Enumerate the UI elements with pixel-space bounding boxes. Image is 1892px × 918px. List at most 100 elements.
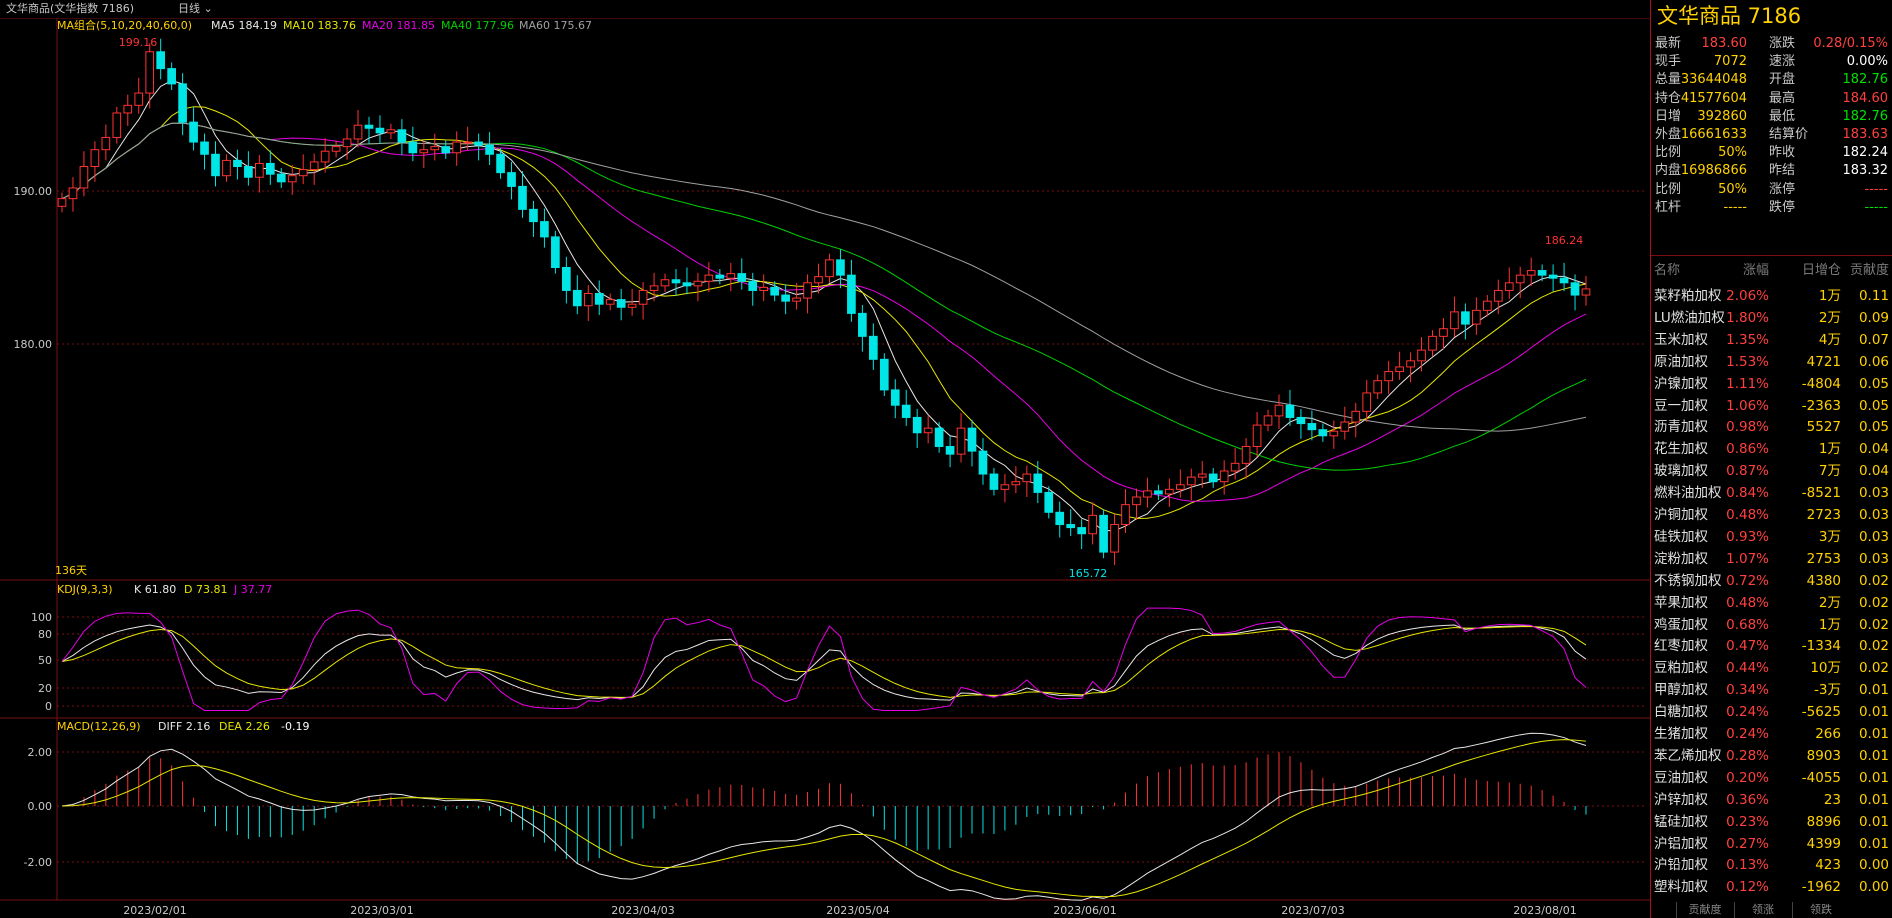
kdj-y-tick: 0 bbox=[45, 700, 52, 713]
candle-body bbox=[1472, 309, 1481, 325]
contribution: 0.04 bbox=[1858, 463, 1889, 480]
table-row[interactable]: 沪铜加权 0.48% 2723 0.03 bbox=[1651, 504, 1892, 526]
table-row[interactable]: 苹果加权 0.48% 2万 0.02 bbox=[1651, 592, 1892, 614]
header-change[interactable]: 涨幅 bbox=[1743, 260, 1769, 282]
table-row[interactable]: 燃料油加权 0.84% -8521 0.03 bbox=[1651, 482, 1892, 504]
candle-body bbox=[233, 159, 242, 168]
table-row[interactable]: 生猪加权 0.24% 266 0.01 bbox=[1651, 723, 1892, 745]
tab-top-losers[interactable]: 领跌 bbox=[1792, 902, 1849, 918]
contribution: 0.01 bbox=[1858, 726, 1889, 742]
table-row[interactable]: LU燃油加权 1.80% 2万 0.09 bbox=[1651, 307, 1892, 329]
table-row[interactable]: 豆油加权 0.20% -4055 0.01 bbox=[1651, 767, 1892, 789]
change-pct: 0.48% bbox=[1726, 594, 1769, 611]
recent-high-label: 186.24 bbox=[1545, 234, 1584, 247]
candle-body bbox=[1044, 491, 1054, 513]
change-pct: 1.07% bbox=[1726, 550, 1769, 567]
table-row[interactable]: 豆一加权 1.06% -2363 0.05 bbox=[1651, 395, 1892, 417]
contract-name: 苯乙烯加权 bbox=[1654, 747, 1722, 764]
change-pct: 1.35% bbox=[1726, 331, 1769, 348]
chart-area[interactable]: MA组合(5,10,20,40,60,0) MA5 184.19 MA10 183.… bbox=[0, 0, 1650, 918]
change-pct: 0.28% bbox=[1726, 747, 1769, 764]
contribution: 0.05 bbox=[1858, 375, 1889, 392]
table-row[interactable]: 沪铝加权 0.27% 4399 0.01 bbox=[1651, 833, 1892, 855]
oi-change: -4804 bbox=[1801, 375, 1841, 392]
candle-body bbox=[912, 416, 922, 434]
ma5-legend: MA5 184.19 bbox=[211, 19, 277, 32]
candle-body bbox=[1263, 415, 1273, 426]
table-row[interactable]: 原油加权 1.53% 4721 0.06 bbox=[1651, 351, 1892, 373]
table-row[interactable]: 苯乙烯加权 0.28% 8903 0.01 bbox=[1651, 745, 1892, 767]
contribution: 0.06 bbox=[1858, 353, 1889, 370]
tab-contribution[interactable]: 贡献度 bbox=[1676, 902, 1733, 918]
change-pct: 1.06% bbox=[1726, 397, 1769, 414]
change-pct: 1.11% bbox=[1726, 375, 1769, 392]
contribution: 0.05 bbox=[1858, 397, 1889, 414]
candle-body bbox=[1055, 511, 1065, 526]
header-name[interactable]: 名称 bbox=[1654, 260, 1680, 282]
table-row[interactable]: 沪镍加权 1.11% -4804 0.05 bbox=[1651, 373, 1892, 395]
contribution: 0.03 bbox=[1858, 528, 1889, 545]
candle-body bbox=[1537, 270, 1547, 276]
candle-body bbox=[397, 129, 407, 143]
candle-body bbox=[178, 83, 187, 123]
table-row[interactable]: 玉米加权 1.35% 4万 0.07 bbox=[1651, 329, 1892, 351]
candle-body bbox=[1395, 366, 1404, 373]
table-row[interactable]: 豆粕加权 0.44% 10万 0.02 bbox=[1651, 657, 1892, 679]
oi-change: 2723 bbox=[1806, 507, 1841, 523]
macd-y-tick: 2.00 bbox=[28, 746, 53, 759]
candle-body bbox=[967, 427, 977, 452]
table-row[interactable]: 甲醇加权 0.34% -3万 0.01 bbox=[1651, 679, 1892, 701]
candle-body bbox=[244, 166, 253, 178]
candle-body bbox=[825, 259, 834, 278]
table-row[interactable]: 锰硅加权 0.23% 8896 0.01 bbox=[1651, 811, 1892, 833]
quote-value: ----- bbox=[1723, 199, 1747, 215]
candle-body bbox=[1088, 514, 1097, 535]
oi-change: 1万 bbox=[1818, 441, 1841, 458]
contribution: 0.01 bbox=[1858, 704, 1889, 721]
contract-name: 沪铜加权 bbox=[1654, 507, 1708, 523]
table-row[interactable]: 鸡蛋加权 0.68% 1万 0.02 bbox=[1651, 614, 1892, 636]
candle-body bbox=[1526, 270, 1536, 276]
contribution: 0.05 bbox=[1858, 419, 1889, 436]
candle-body bbox=[430, 146, 440, 151]
table-row[interactable]: 红枣加权 0.47% -1334 0.02 bbox=[1651, 635, 1892, 657]
table-row[interactable]: 沪铅加权 0.13% 423 0.00 bbox=[1651, 854, 1892, 876]
x-tick-label: 2023/06/01 bbox=[1053, 904, 1116, 917]
candle-body bbox=[847, 274, 856, 314]
oi-change: 8903 bbox=[1806, 747, 1841, 764]
candle-body bbox=[419, 149, 429, 154]
contract-name: 花生加权 bbox=[1654, 441, 1708, 458]
candle-body bbox=[342, 138, 352, 148]
candle-body bbox=[1307, 423, 1317, 431]
divider bbox=[1651, 255, 1892, 256]
table-row[interactable]: 沥青加权 0.98% 5527 0.05 bbox=[1651, 416, 1892, 438]
candle-body bbox=[200, 141, 209, 155]
oi-change: 266 bbox=[1815, 726, 1841, 742]
table-row[interactable]: 沪锌加权 0.36% 23 0.01 bbox=[1651, 789, 1892, 811]
table-row[interactable]: 玻璃加权 0.87% 7万 0.04 bbox=[1651, 460, 1892, 482]
change-pct: 0.84% bbox=[1726, 485, 1769, 502]
quote-sidebar: 文华商品 7186 最新 183.60 涨跌 0.28/0.15% 现手 7072 速涨 0.… bbox=[1650, 0, 1892, 918]
period-selector[interactable]: 日线 ⌄ bbox=[178, 0, 213, 18]
candle-body bbox=[1132, 496, 1141, 506]
table-row[interactable]: 淀粉加权 1.07% 2753 0.03 bbox=[1651, 548, 1892, 570]
header-contrib[interactable]: 贡献度 bbox=[1850, 260, 1889, 282]
contribution: 0.00 bbox=[1858, 857, 1889, 874]
candle-body bbox=[814, 276, 823, 284]
macd-dea-legend: DEA 2.26 bbox=[219, 720, 270, 733]
contract-name: 沪镍加权 bbox=[1654, 375, 1708, 392]
table-row[interactable]: 菜籽粕加权 2.06% 1万 0.11 bbox=[1651, 285, 1892, 307]
table-row[interactable]: 硅铁加权 0.93% 3万 0.03 bbox=[1651, 526, 1892, 548]
change-pct: 0.72% bbox=[1726, 572, 1769, 589]
candle-body bbox=[1428, 335, 1437, 351]
candle-body bbox=[649, 285, 659, 291]
header-oi[interactable]: 日增仓 bbox=[1802, 260, 1841, 282]
table-row[interactable]: 白糖加权 0.24% -5625 0.01 bbox=[1651, 701, 1892, 723]
macd-diff-legend: DIFF 2.16 bbox=[158, 720, 210, 733]
oi-change: -2363 bbox=[1801, 397, 1841, 414]
tab-top-gainers[interactable]: 领涨 bbox=[1734, 902, 1791, 918]
table-row[interactable]: 花生加权 0.86% 1万 0.04 bbox=[1651, 438, 1892, 460]
table-row[interactable]: 不锈钢加权 0.72% 4380 0.02 bbox=[1651, 570, 1892, 592]
table-row[interactable]: 塑料加权 0.12% -1962 0.00 bbox=[1651, 876, 1892, 898]
change-pct: 0.13% bbox=[1726, 857, 1769, 874]
